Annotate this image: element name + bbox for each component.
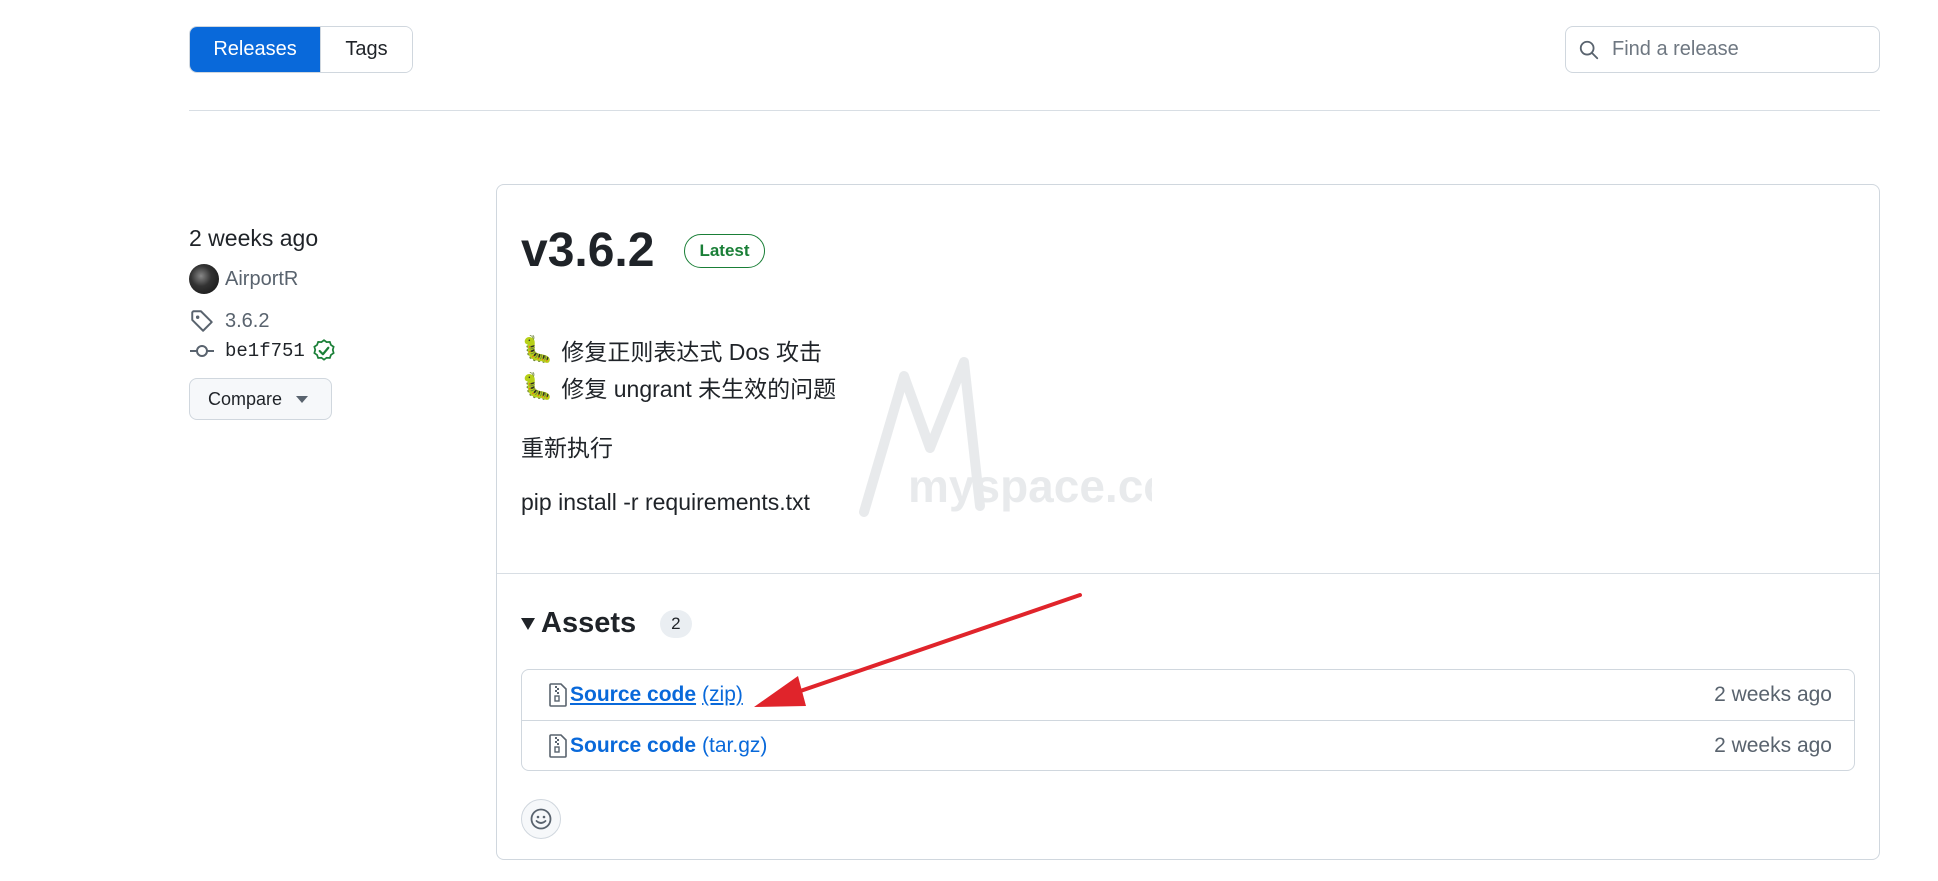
toolbar-divider (189, 110, 1880, 111)
asset-time: 2 weeks ago (1714, 733, 1832, 757)
search-input[interactable] (1610, 37, 1854, 62)
file-zip-icon (549, 683, 567, 707)
release-card: v3.6.2 Latest 🐛 修复正则表达式 Dos 攻击 🐛 修复 ungr… (496, 184, 1880, 860)
releases-tags-switch: Releases Tags (189, 26, 413, 73)
caterpillar-emoji: 🐛 (521, 371, 554, 401)
note-paragraph-2: pip install -r requirements.txt (521, 489, 810, 515)
asset-time: 2 weeks ago (1714, 683, 1832, 706)
avatar[interactable] (189, 264, 219, 294)
release-meta: 2 weeks ago AirportR 3.6.2 be1f751 Compa… (189, 225, 449, 420)
note-fix-1: 修复正则表达式 Dos 攻击 (561, 338, 823, 365)
commit-row[interactable]: be1f751 (189, 338, 449, 364)
tag-icon (191, 310, 213, 332)
release-notes: 🐛 修复正则表达式 Dos 攻击 🐛 修复 ungrant 未生效的问题 重新执… (521, 331, 836, 516)
card-divider (497, 573, 1879, 574)
note-line-2: 🐛 修复 ungrant 未生效的问题 (521, 368, 836, 405)
add-reaction-button[interactable] (521, 799, 561, 839)
tag-row[interactable]: 3.6.2 (189, 308, 449, 334)
commit-sha[interactable]: be1f751 (225, 340, 305, 362)
caret-down-icon (296, 395, 309, 403)
commit-icon (190, 345, 214, 357)
asset-row: Source code (zip) 2 weeks ago (522, 670, 1854, 720)
author-name[interactable]: AirportR (225, 268, 298, 291)
latest-badge: Latest (684, 233, 765, 268)
compare-label: Compare (208, 388, 283, 409)
caterpillar-emoji: 🐛 (521, 334, 554, 364)
note-line-1: 🐛 修复正则表达式 Dos 攻击 (521, 331, 836, 368)
release-header: v3.6.2 Latest (521, 223, 765, 278)
tag-name[interactable]: 3.6.2 (225, 310, 269, 333)
note-fix-2: 修复 ungrant 未生效的问题 (561, 375, 837, 402)
watermark-text: myspace.cc (908, 460, 1152, 512)
search-icon (1579, 40, 1599, 59)
asset-link[interactable]: Source code (570, 734, 696, 758)
assets-label[interactable]: Assets (541, 607, 636, 640)
assets-toggle[interactable]: Assets 2 (521, 607, 692, 640)
note-paragraph-1: 重新执行 (521, 435, 613, 461)
asset-link[interactable]: Source code (570, 683, 696, 707)
watermark-logo: myspace.cc (859, 357, 1152, 517)
releases-tab[interactable]: Releases (190, 27, 320, 72)
asset-format[interactable]: (tar.gz) (702, 734, 767, 758)
file-zip-icon (549, 733, 567, 758)
asset-format[interactable]: (zip) (702, 683, 743, 707)
asset-row: Source code (tar.gz) 2 weeks ago (522, 720, 1854, 770)
assets-count: 2 (660, 609, 692, 638)
smiley-icon (530, 808, 552, 830)
find-release-search[interactable] (1565, 26, 1880, 73)
release-toolbar: Releases Tags (189, 26, 1880, 74)
release-time: 2 weeks ago (189, 225, 319, 251)
release-title[interactable]: v3.6.2 (521, 223, 654, 278)
author-row[interactable]: AirportR (189, 264, 449, 294)
compare-button[interactable]: Compare (189, 378, 332, 420)
disclosure-triangle-icon (521, 617, 535, 630)
annotation-arrow (754, 593, 1082, 707)
tags-tab[interactable]: Tags (320, 27, 412, 72)
verified-check-icon[interactable] (311, 338, 337, 364)
asset-list: Source code (zip) 2 weeks ago Source cod… (521, 669, 1855, 771)
